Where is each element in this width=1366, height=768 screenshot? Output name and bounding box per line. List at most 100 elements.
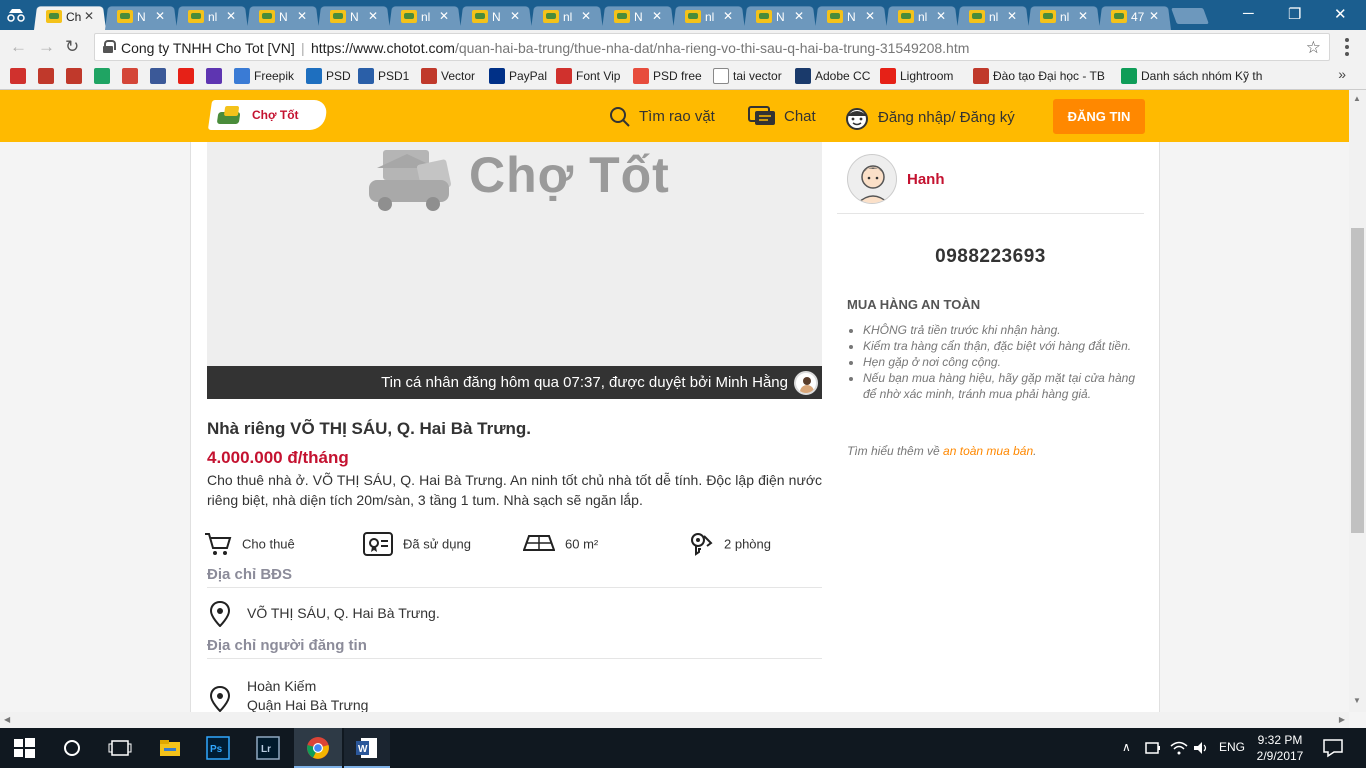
lightroom-icon[interactable]: Lr [256, 736, 280, 760]
safety-tip: Hẹn gặp ở nơi công cộng. [863, 354, 1135, 370]
action-center-icon[interactable] [1322, 738, 1344, 758]
bookmarks-overflow-icon[interactable]: » [1338, 66, 1346, 82]
svg-text:Ps: Ps [210, 744, 223, 755]
bookmark-item[interactable] [10, 68, 30, 86]
safety-tip: Nếu bạn mua hàng hiệu, hãy gặp mặt tại c… [863, 370, 1135, 402]
seller-name[interactable]: Hanh [907, 171, 945, 188]
scroll-down-icon[interactable]: ▼ [1353, 696, 1361, 705]
bookmark-item[interactable] [122, 68, 142, 86]
bookmark-item[interactable]: Vector [421, 68, 475, 86]
url-text[interactable]: https://www.chotot.com/quan-hai-ba-trung… [311, 40, 969, 56]
input-language[interactable]: ENG [1219, 740, 1245, 754]
close-tab-icon[interactable]: ✕ [226, 9, 236, 23]
bookmark-item[interactable] [38, 68, 58, 86]
bookmark-item[interactable]: Adobe CC [795, 68, 870, 86]
bookmark-item[interactable]: PSD1 [358, 68, 409, 86]
scroll-left-icon[interactable]: ◀ [4, 715, 10, 724]
maximize-button[interactable]: ❐ [1288, 5, 1301, 23]
chotot-logo[interactable]: Chợ Tốt [207, 100, 329, 130]
browser-tab[interactable]: N ✕ [247, 4, 319, 30]
bookmark-item[interactable] [206, 68, 226, 86]
seller-phone[interactable]: 0988223693 [837, 246, 1144, 268]
drive-icon [94, 68, 110, 84]
browser-tab[interactable]: nl ✕ [389, 4, 461, 30]
browser-tab[interactable]: nl ✕ [176, 4, 248, 30]
listing-image-placeholder[interactable]: Chợ Tốt [207, 142, 822, 399]
word-icon[interactable]: W [355, 736, 379, 760]
browser-menu-icon[interactable] [1345, 38, 1349, 56]
bookmark-item[interactable]: Font Vip [556, 68, 620, 86]
close-tab-icon[interactable]: ✕ [723, 9, 733, 23]
browser-tab[interactable]: N ✕ [105, 4, 177, 30]
system-clock[interactable]: 9:32 PM 2/9/2017 [1250, 732, 1310, 764]
tray-expand-icon[interactable]: ∧ [1122, 740, 1131, 754]
browser-tab[interactable]: nl ✕ [1028, 4, 1100, 30]
cortana-icon[interactable] [60, 736, 84, 760]
windows-start-icon[interactable] [12, 736, 36, 760]
chrome-icon[interactable] [306, 736, 330, 760]
file-explorer-icon[interactable] [158, 736, 182, 760]
back-icon[interactable]: ← [10, 37, 27, 57]
bookmark-item[interactable]: Đào tạo Đại học - TB [973, 68, 1105, 86]
scroll-up-icon[interactable]: ▲ [1353, 94, 1361, 103]
close-tab-icon[interactable]: ✕ [1007, 9, 1017, 23]
bookmark-item[interactable]: PayPal [489, 68, 547, 86]
close-tab-icon[interactable]: ✕ [510, 9, 520, 23]
task-view-icon[interactable] [108, 736, 132, 760]
browser-tab[interactable]: nl ✕ [531, 4, 603, 30]
seller-avatar[interactable] [847, 154, 897, 204]
forward-icon[interactable]: → [38, 37, 55, 57]
post-ad-button[interactable]: ĐĂNG TIN [1053, 99, 1145, 134]
close-tab-icon[interactable]: ✕ [865, 9, 875, 23]
close-tab-icon[interactable]: ✕ [1078, 9, 1088, 23]
photoshop-icon[interactable]: Ps [206, 736, 230, 760]
bookmark-item[interactable] [94, 68, 114, 86]
vertical-scroll-thumb[interactable] [1351, 228, 1364, 533]
browser-tab[interactable]: N ✕ [460, 4, 532, 30]
bookmark-item[interactable]: Danh sách nhóm Kỹ th [1121, 68, 1262, 86]
browser-tab[interactable]: nl ✕ [957, 4, 1029, 30]
close-tab-icon[interactable]: ✕ [297, 9, 307, 23]
browser-tab[interactable]: nl ✕ [886, 4, 958, 30]
battery-icon[interactable] [1144, 740, 1162, 756]
close-tab-icon[interactable]: ✕ [1149, 9, 1159, 23]
scroll-right-icon[interactable]: ▶ [1339, 715, 1345, 724]
address-bar[interactable]: Cong ty TNHH Cho Tot [VN] | https://www.… [94, 33, 1330, 61]
bookmark-item[interactable]: tai vector [713, 68, 782, 86]
minimize-button[interactable]: ─ [1243, 5, 1254, 22]
browser-tab[interactable]: 47 ✕ [1099, 4, 1171, 30]
bookmark-item[interactable]: PSD free [633, 68, 702, 86]
close-tab-icon[interactable]: ✕ [794, 9, 804, 23]
chat-link[interactable]: Chat [748, 106, 816, 128]
bookmark-item[interactable] [150, 68, 170, 86]
close-tab-icon[interactable]: ✕ [84, 9, 94, 23]
bookmark-item[interactable] [66, 68, 86, 86]
browser-tab[interactable]: N ✕ [815, 4, 887, 30]
login-link[interactable]: Đăng nhập/ Đăng ký [844, 106, 1015, 130]
browser-tab[interactable]: nl ✕ [673, 4, 745, 30]
vertical-scrollbar[interactable]: ▲ ▼ [1349, 90, 1366, 712]
close-window-button[interactable]: ✕ [1334, 5, 1347, 23]
close-tab-icon[interactable]: ✕ [368, 9, 378, 23]
browser-tab[interactable]: N ✕ [318, 4, 390, 30]
close-tab-icon[interactable]: ✕ [581, 9, 591, 23]
browser-tab[interactable]: N ✕ [744, 4, 816, 30]
bookmark-item[interactable] [178, 68, 198, 86]
close-tab-icon[interactable]: ✕ [155, 9, 165, 23]
bookmark-item[interactable]: Freepik [234, 68, 294, 86]
browser-tab[interactable]: N ✕ [602, 4, 674, 30]
bookmark-star-icon[interactable]: ☆ [1306, 38, 1321, 58]
safe-trading-link[interactable]: an toàn mua bán [943, 444, 1033, 458]
close-tab-icon[interactable]: ✕ [652, 9, 662, 23]
browser-tab[interactable]: Ch ✕ [34, 4, 106, 30]
bookmark-item[interactable]: PSD [306, 68, 351, 86]
volume-icon[interactable] [1192, 740, 1210, 756]
wifi-icon[interactable] [1170, 740, 1188, 756]
bookmark-item[interactable]: Lightroom [880, 68, 953, 86]
new-tab-button[interactable] [1171, 8, 1209, 24]
horizontal-scrollbar[interactable]: ◀ ▶ [0, 712, 1349, 728]
search-listings-link[interactable]: Tìm rao vặt [609, 106, 715, 128]
reload-icon[interactable]: ↻ [65, 37, 79, 57]
close-tab-icon[interactable]: ✕ [936, 9, 946, 23]
close-tab-icon[interactable]: ✕ [439, 9, 449, 23]
